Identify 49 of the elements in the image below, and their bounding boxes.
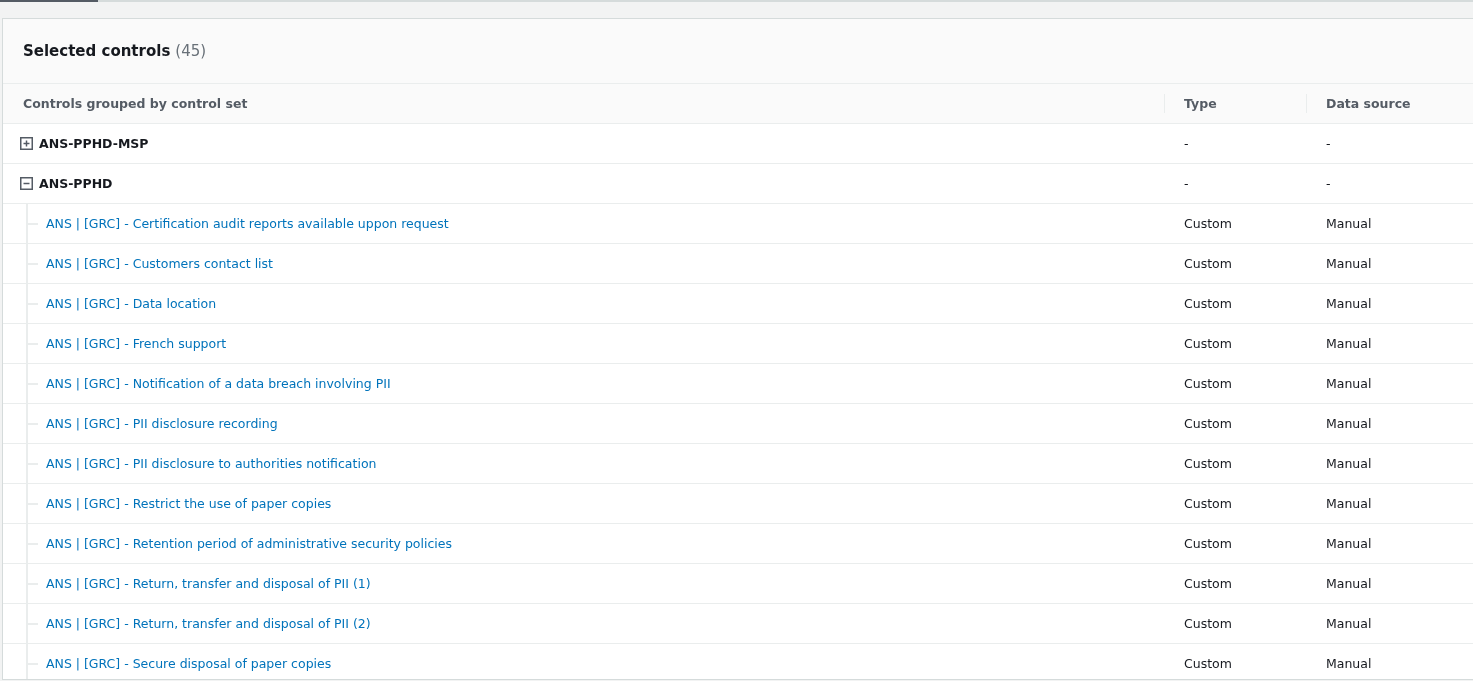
- item-count: (45): [175, 42, 207, 60]
- table-cell: -: [1184, 176, 1189, 191]
- table-cell: Manual: [1326, 616, 1372, 631]
- table-cell: Custom: [1184, 456, 1232, 471]
- expand-icon[interactable]: [20, 137, 33, 150]
- column-header[interactable]: Type: [1184, 96, 1217, 111]
- table-cell: Custom: [1184, 656, 1232, 671]
- table-cell: -: [1326, 176, 1331, 191]
- control-link[interactable]: ANS | [GRC] - PII disclosure to authorities notification: [46, 456, 377, 471]
- table-cell: Manual: [1326, 216, 1372, 231]
- table-cell: Custom: [1184, 296, 1232, 311]
- group-name: ANS-PPHD: [39, 176, 113, 191]
- collapse-icon[interactable]: [20, 177, 33, 190]
- control-link[interactable]: ANS | [GRC] - Certification audit reports available uppon request: [46, 216, 449, 231]
- table-cell: Custom: [1184, 536, 1232, 551]
- control-link[interactable]: ANS | [GRC] - Data location: [46, 296, 217, 311]
- table-cell: -: [1184, 136, 1189, 151]
- table-cell: Custom: [1184, 376, 1232, 391]
- control-link[interactable]: ANS | [GRC] - Notification of a data breach involving PII: [46, 376, 391, 391]
- table-cell: Custom: [1184, 576, 1232, 591]
- table-cell: Manual: [1326, 416, 1372, 431]
- table-cell: Custom: [1184, 336, 1232, 351]
- table-cell: Manual: [1326, 336, 1372, 351]
- group-name: ANS-PPHD-MSP: [39, 136, 149, 151]
- table-cell: Custom: [1184, 256, 1232, 271]
- control-link[interactable]: ANS | [GRC] - Retention period of administrative security policies: [46, 536, 452, 551]
- table-cell: Manual: [1326, 576, 1372, 591]
- column-header[interactable]: Controls grouped by control set: [23, 96, 248, 111]
- table-cell: Manual: [1326, 496, 1372, 511]
- column-header[interactable]: Data source: [1326, 96, 1411, 111]
- table-cell: Manual: [1326, 376, 1372, 391]
- table-cell: Manual: [1326, 656, 1372, 671]
- table-cell: -: [1326, 136, 1331, 151]
- control-link[interactable]: ANS | [GRC] - Return, transfer and disposal of PII (2): [46, 616, 371, 631]
- table-cell: Custom: [1184, 416, 1232, 431]
- table-cell: Custom: [1184, 496, 1232, 511]
- control-link[interactable]: ANS | [GRC] - French support: [46, 336, 227, 351]
- table-cell: Custom: [1184, 616, 1232, 631]
- control-link[interactable]: ANS | [GRC] - Secure disposal of paper copies: [46, 656, 332, 671]
- table-cell: Custom: [1184, 216, 1232, 231]
- panel-title: Selected controls: [23, 42, 171, 60]
- table-cell: Manual: [1326, 536, 1372, 551]
- table-cell: Manual: [1326, 256, 1372, 271]
- control-link[interactable]: ANS | [GRC] - Return, transfer and disposal of PII (1): [46, 576, 371, 591]
- table-cell: Manual: [1326, 456, 1372, 471]
- control-link[interactable]: ANS | [GRC] - Customers contact list: [46, 256, 273, 271]
- table-cell: Manual: [1326, 296, 1372, 311]
- control-link[interactable]: ANS | [GRC] - PII disclosure recording: [46, 416, 278, 431]
- control-link[interactable]: ANS | [GRC] - Restrict the use of paper copies: [46, 496, 332, 511]
